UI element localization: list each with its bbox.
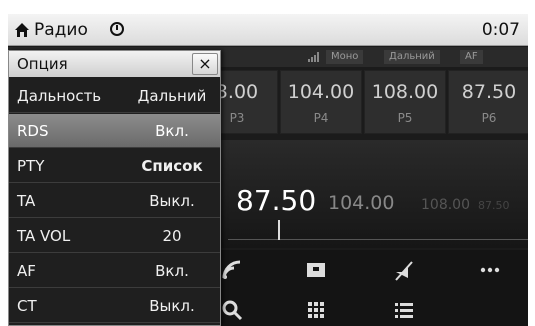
preset-p6[interactable]: 87.50 P6	[448, 70, 528, 134]
option-value: Список	[141, 157, 203, 175]
preset-label: P5	[397, 111, 413, 125]
clock-icon	[110, 22, 124, 36]
option-range[interactable]: Дальность Дальний	[9, 79, 220, 113]
range-chip: Дальний	[384, 50, 440, 64]
option-value: Выкл.	[149, 297, 195, 315]
preset-frequency: 104.00	[287, 81, 355, 103]
signal-icon	[308, 52, 319, 62]
option-pty[interactable]: PTY Список	[9, 149, 220, 183]
option-af[interactable]: AF Вкл.	[9, 254, 220, 288]
option-label: TA	[17, 192, 36, 210]
preset-label: P6	[481, 111, 497, 125]
option-label: PTY	[17, 157, 45, 175]
close-icon[interactable]: ×	[192, 53, 218, 75]
option-label: TA VOL	[17, 227, 71, 245]
top-bar: Радио 0:07	[8, 14, 528, 46]
grid-icon[interactable]	[304, 298, 328, 322]
home-icon[interactable]	[14, 22, 30, 38]
option-ta-vol[interactable]: TA VOL 20	[9, 219, 220, 253]
folder-icon[interactable]	[304, 258, 328, 282]
option-label: Дальность	[17, 87, 102, 105]
far-frequency: 108.00	[421, 197, 470, 213]
preset-frequency: 108.00	[371, 81, 439, 103]
option-value: Вкл.	[155, 262, 189, 280]
mono-chip: Моно	[326, 50, 364, 64]
clock-time: 0:07	[481, 20, 520, 40]
option-label: RDS	[17, 122, 49, 140]
options-panel: Опция × Дальность Дальний RDS Вкл. PTY С…	[8, 50, 221, 326]
radio-screen: Радио 0:07 Моно Дальний AF 3.00 P3 104.0…	[8, 14, 528, 326]
option-value: Выкл.	[149, 192, 195, 210]
search-icon[interactable]	[220, 298, 244, 322]
preset-p4[interactable]: 104.00 P4	[280, 70, 362, 134]
preset-frequency: 87.50	[461, 81, 517, 103]
option-ct[interactable]: CT Выкл.	[9, 289, 220, 323]
far-frequency-2: 87.50	[478, 199, 510, 212]
preset-p5[interactable]: 108.00 P5	[364, 70, 446, 134]
tuning-needle[interactable]	[278, 220, 280, 240]
list-icon[interactable]	[392, 298, 416, 322]
options-title: Опция	[17, 55, 68, 73]
option-label: CT	[17, 297, 37, 315]
wifi-icon[interactable]	[220, 258, 244, 282]
option-rds[interactable]: RDS Вкл.	[9, 114, 220, 148]
option-value: Вкл.	[155, 122, 189, 140]
current-frequency: 87.50	[236, 184, 317, 217]
app-title: Радио	[34, 20, 88, 40]
mute-icon[interactable]	[392, 258, 416, 282]
more-icon[interactable]	[478, 258, 502, 282]
next-frequency: 104.00	[328, 192, 395, 214]
option-value: Дальний	[137, 87, 207, 105]
options-header: Опция ×	[9, 51, 220, 77]
option-ta[interactable]: TA Выкл.	[9, 184, 220, 218]
option-label: AF	[17, 262, 36, 280]
preset-label: P4	[313, 111, 329, 125]
option-value: 20	[162, 227, 182, 245]
frequency-scale	[228, 226, 528, 240]
af-chip: AF	[460, 50, 483, 64]
